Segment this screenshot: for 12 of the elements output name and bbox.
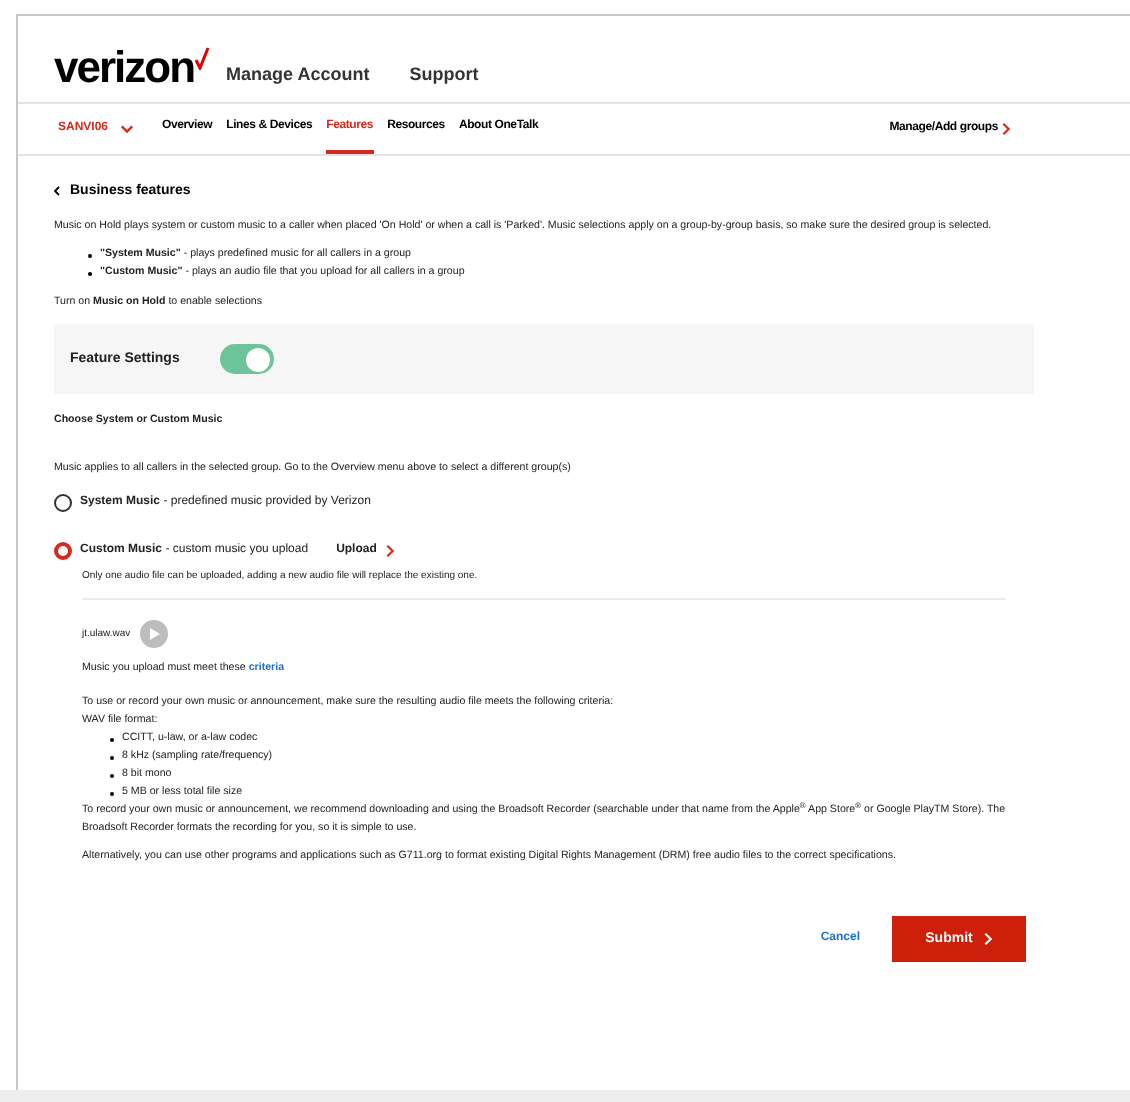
back-chevron-icon xyxy=(54,186,60,196)
radio-button[interactable] xyxy=(54,542,72,560)
caret-icon xyxy=(120,124,135,134)
header-link[interactable]: Support xyxy=(409,61,479,88)
logo: verizon xyxy=(54,46,195,90)
header-link[interactable]: Manage Account xyxy=(226,61,370,88)
chevron-icon xyxy=(1002,122,1010,136)
radio-button[interactable] xyxy=(54,494,72,512)
chevron-icon xyxy=(386,544,395,558)
music-on-hold-toggle[interactable] xyxy=(219,344,274,374)
checkmark-icon xyxy=(194,46,211,70)
chevron-icon xyxy=(984,932,993,946)
